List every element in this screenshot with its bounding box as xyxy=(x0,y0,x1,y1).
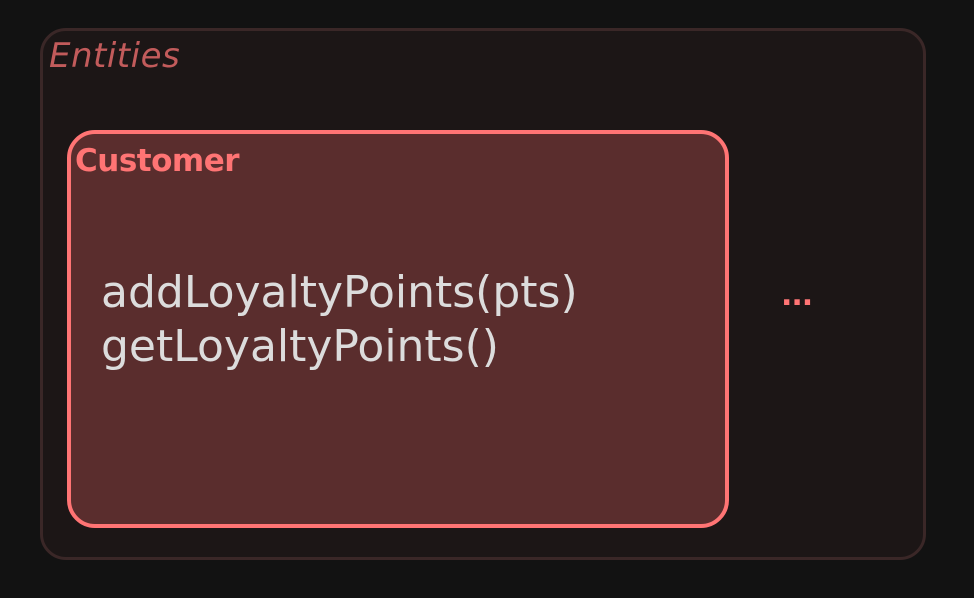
entities-container-title: Entities xyxy=(49,36,181,76)
method-add-loyalty-points: addLoyaltyPoints(pts) xyxy=(101,267,578,318)
customer-entity-title: Customer xyxy=(75,143,240,179)
entities-container: Entities Customer addLoyaltyPoints(pts) … xyxy=(40,28,926,560)
more-entities-ellipsis: ... xyxy=(781,278,813,313)
customer-entity-box: Customer addLoyaltyPoints(pts) getLoyalt… xyxy=(67,130,729,528)
method-get-loyalty-points: getLoyaltyPoints() xyxy=(101,321,499,372)
customer-method-list: addLoyaltyPoints(pts) getLoyaltyPoints() xyxy=(101,266,578,374)
